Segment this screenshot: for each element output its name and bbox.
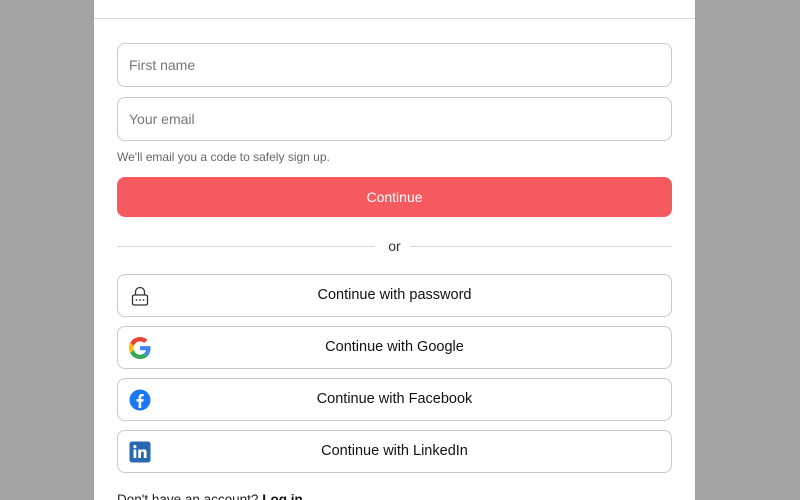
facebook-option-label: Continue with Facebook <box>316 391 473 407</box>
email-hint: We'll email you a code to safely sign up… <box>117 150 330 164</box>
divider-line-right <box>410 246 672 247</box>
header-divider <box>94 18 695 19</box>
linkedin-option-label: Continue with LinkedIn <box>321 443 468 459</box>
password-option-label: Continue with password <box>317 287 472 303</box>
first-name-input[interactable] <box>117 43 672 87</box>
or-divider: or <box>117 238 672 256</box>
continue-with-linkedin-button[interactable]: Continue with LinkedIn <box>117 430 672 473</box>
google-option-label: Continue with Google <box>325 339 464 355</box>
signup-modal: We'll email you a code to safely sign up… <box>94 0 695 500</box>
login-link[interactable]: Log in <box>262 492 303 500</box>
continue-button[interactable]: Continue <box>117 177 672 217</box>
footer-prompt-text: Don't have an account? <box>117 492 259 500</box>
continue-with-google-button[interactable]: Continue with Google <box>117 326 672 369</box>
email-input[interactable] <box>117 97 672 141</box>
footer-login-prompt: Don't have an account? Log in <box>117 492 303 500</box>
continue-with-facebook-button[interactable]: Continue with Facebook <box>117 378 672 421</box>
continue-with-password-button[interactable]: Continue with password <box>117 274 672 317</box>
